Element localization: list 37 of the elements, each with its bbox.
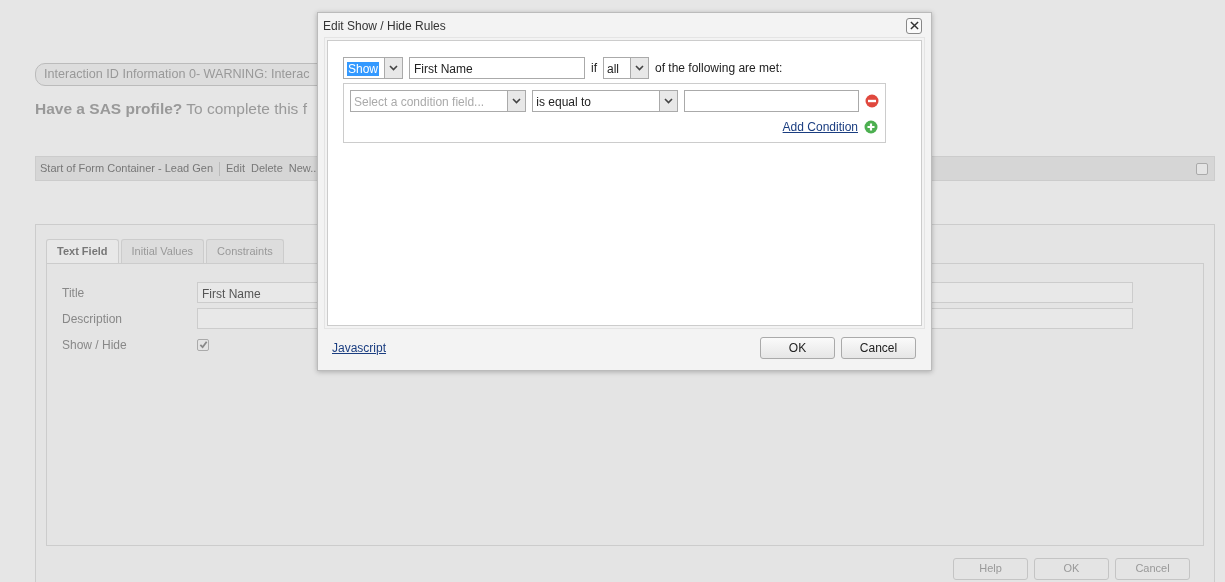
dialog-title: Edit Show / Hide Rules <box>323 17 446 35</box>
add-icon[interactable] <box>864 119 878 134</box>
dialog-button[interactable]: OK <box>760 337 835 360</box>
caret-icon <box>512 97 522 104</box>
dialog-button[interactable]: Cancel <box>1115 557 1190 580</box>
field-label: Description <box>62 310 124 328</box>
javascript-link[interactable]: Javascript <box>332 339 387 358</box>
rule-text: of the following are met: <box>655 59 783 77</box>
dialog-button[interactable]: OK <box>1034 557 1109 580</box>
field-label: Show / Hide <box>62 336 128 354</box>
toolbar-title: Start of Form Container - Lead Gen <box>40 161 214 177</box>
checkbox[interactable] <box>197 338 209 351</box>
caret-icon <box>663 97 673 104</box>
close-button[interactable] <box>906 17 922 34</box>
close-icon <box>909 21 919 31</box>
remove-icon[interactable] <box>865 93 879 108</box>
toolbar-link[interactable]: Delete <box>251 160 283 177</box>
heading-text: Have a SAS profile? To complete this f <box>35 98 307 119</box>
tab[interactable]: Initial Values <box>120 239 205 263</box>
dropdown[interactable]: all <box>603 56 649 79</box>
dropdown[interactable]: Select a condition field... <box>350 89 527 112</box>
text-field[interactable] <box>683 89 859 112</box>
dialog-button[interactable]: Cancel <box>841 337 916 360</box>
caret-icon <box>389 64 398 71</box>
tab[interactable]: Constraints <box>206 239 284 263</box>
text-field[interactable]: First Name <box>409 56 585 79</box>
toolbar-link[interactable]: Edit <box>226 160 245 177</box>
tab[interactable]: Text Field <box>46 239 119 263</box>
caret-icon <box>635 64 644 71</box>
toolbar-link[interactable]: New.. <box>288 160 317 177</box>
dropdown[interactable]: Show <box>343 56 403 79</box>
if-label: if <box>591 59 597 77</box>
add-condition-link[interactable]: Add Condition <box>782 117 858 136</box>
field-label: Title <box>62 284 86 302</box>
dropdown[interactable]: is equal to <box>532 89 678 112</box>
dialog-button[interactable]: Help <box>953 557 1028 580</box>
checkbox[interactable] <box>1196 162 1208 175</box>
